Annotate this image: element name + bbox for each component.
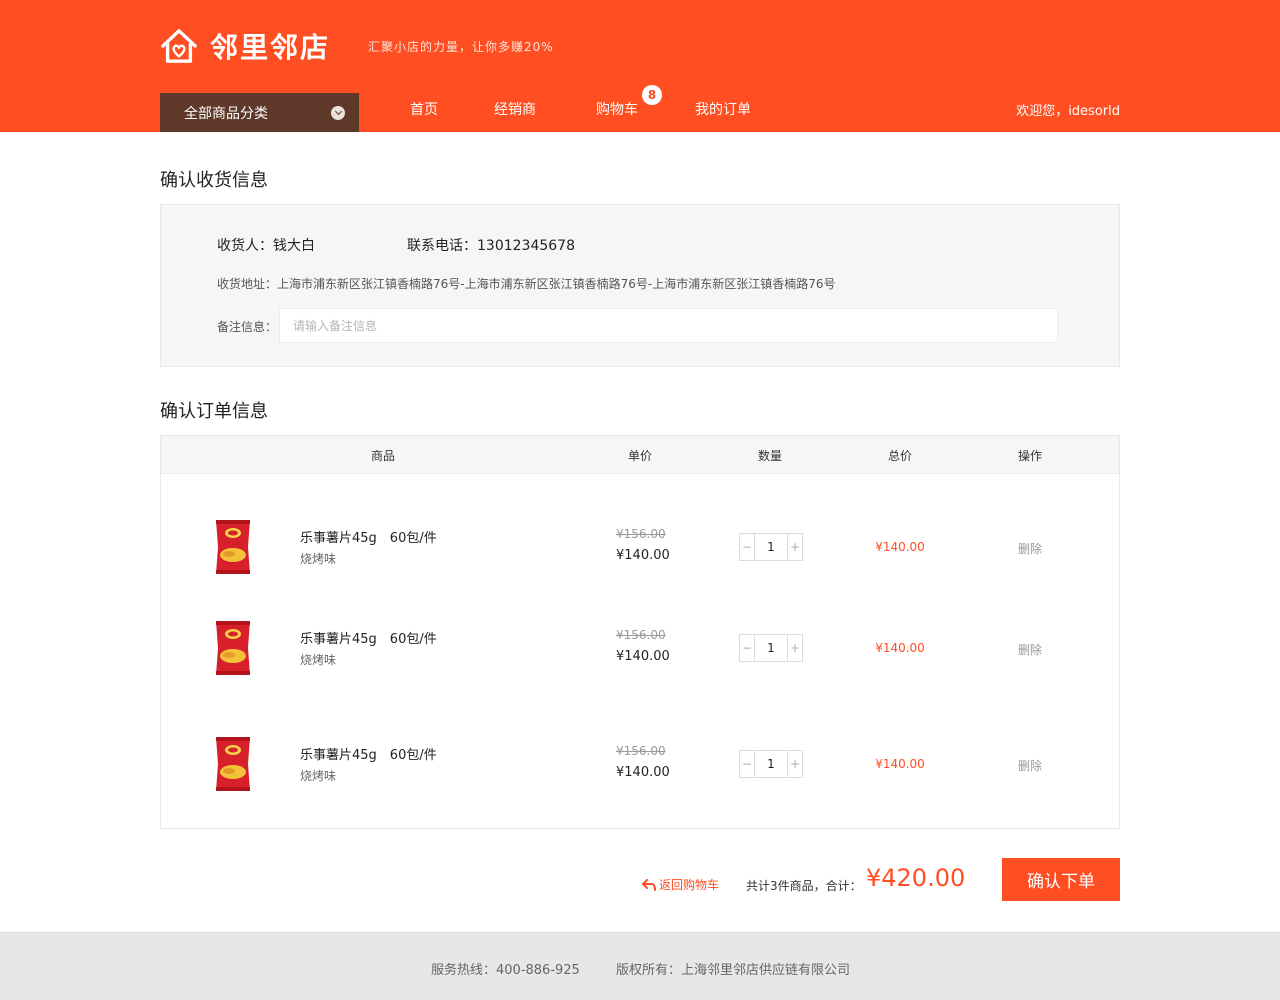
order-count-summary: 共计3件商品，合计：	[746, 879, 862, 893]
column-header-unit-price: 单价	[627, 449, 653, 463]
column-header-action: 操作	[1017, 449, 1043, 463]
delete-button[interactable]: 删除	[1018, 757, 1042, 774]
quantity-stepper: − +	[739, 750, 803, 778]
brand-slogan: 汇聚小店的力量，让你多赚20%	[368, 40, 554, 54]
logo[interactable]: 邻里邻店	[160, 26, 330, 66]
back-to-cart-label: 返回购物车	[659, 878, 720, 892]
confirm-order-button[interactable]: 确认下单	[1002, 858, 1120, 901]
nav-my-orders[interactable]: 我的订单	[695, 99, 751, 119]
increase-quantity-button[interactable]: +	[787, 751, 802, 777]
original-price: ¥156.00	[616, 527, 666, 541]
column-header-quantity: 数量	[757, 449, 783, 463]
remark-input[interactable]	[279, 308, 1058, 343]
row-total-price: ¥140.00	[875, 757, 925, 771]
product-flavor: 烧烤味	[300, 653, 337, 667]
quantity-stepper: − +	[739, 634, 803, 662]
original-price: ¥156.00	[616, 744, 666, 758]
product-flavor: 烧烤味	[300, 552, 337, 566]
row-total-price: ¥140.00	[875, 540, 925, 554]
table-row: 乐事薯片45g 60包/件 烧烤味 ¥156.00 ¥140.00 − + ¥1…	[161, 714, 1119, 814]
product-name[interactable]: 乐事薯片45g 60包/件	[300, 527, 437, 546]
product-name[interactable]: 乐事薯片45g 60包/件	[300, 744, 437, 763]
product-flavor: 烧烤味	[300, 769, 337, 783]
column-header-total: 总价	[887, 449, 913, 463]
shipping-section-title: 确认收货信息	[160, 170, 268, 191]
row-total-price: ¥140.00	[875, 641, 925, 655]
decrease-quantity-button[interactable]: −	[740, 534, 755, 560]
column-header-product: 商品	[370, 449, 396, 463]
all-categories-label: 全部商品分类	[184, 105, 268, 122]
service-hotline: 服务热线：400-886-925	[431, 963, 580, 978]
unit-price: ¥140.00	[616, 765, 670, 780]
nav-distributors[interactable]: 经销商	[494, 99, 536, 119]
product-name[interactable]: 乐事薯片45g 60包/件	[300, 628, 437, 647]
quantity-input[interactable]	[755, 534, 787, 560]
original-price: ¥156.00	[616, 628, 666, 642]
chips-bag-image	[216, 520, 250, 574]
chips-bag-image	[216, 737, 250, 791]
increase-quantity-button[interactable]: +	[787, 534, 802, 560]
shipping-info-panel: 收货人：钱大白 联系电话：13012345678 收货地址：上海市浦东新区张江镇…	[160, 204, 1120, 367]
order-total-amount: ¥420.00	[866, 864, 966, 892]
increase-quantity-button[interactable]: +	[787, 635, 802, 661]
nav-home[interactable]: 首页	[410, 99, 438, 119]
house-heart-icon	[161, 29, 197, 63]
shipping-address: 收货地址：上海市浦东新区张江镇香楠路76号-上海市浦东新区张江镇香楠路76号-上…	[217, 277, 836, 291]
order-table: 商品 单价 数量 总价 操作 乐事薯片45g 60包/件 烧烤味 ¥156.00…	[160, 435, 1120, 829]
chips-bag-image	[216, 621, 250, 675]
brand-name: 邻里邻店	[210, 31, 331, 64]
all-categories-dropdown[interactable]: 全部商品分类	[160, 93, 359, 132]
decrease-quantity-button[interactable]: −	[740, 635, 755, 661]
delete-button[interactable]: 删除	[1018, 540, 1042, 557]
nav-cart[interactable]: 购物车	[596, 99, 638, 119]
order-section-title: 确认订单信息	[160, 401, 268, 422]
return-arrow-icon	[642, 878, 656, 891]
copyright-notice: 版权所有：上海邻里邻店供应链有限公司	[616, 963, 851, 978]
unit-price: ¥140.00	[616, 649, 670, 664]
table-row: 乐事薯片45g 60包/件 烧烤味 ¥156.00 ¥140.00 − + ¥1…	[161, 497, 1119, 597]
receiver-phone: 联系电话：13012345678	[407, 238, 575, 254]
cart-count-badge: 8	[642, 85, 662, 105]
delete-button[interactable]: 删除	[1018, 641, 1042, 658]
quantity-input[interactable]	[755, 635, 787, 661]
order-table-header: 商品 单价 数量 总价 操作	[161, 436, 1119, 474]
header: 邻里邻店 汇聚小店的力量，让你多赚20% 全部商品分类 首页 经销商 购物车 我…	[0, 0, 1280, 132]
receiver-name: 收货人：钱大白	[217, 238, 315, 254]
remark-label: 备注信息：	[217, 320, 278, 334]
chevron-down-icon	[331, 106, 345, 120]
decrease-quantity-button[interactable]: −	[740, 751, 755, 777]
welcome-user[interactable]: 欢迎您，idesorld	[1016, 100, 1120, 119]
back-to-cart-link[interactable]: 返回购物车	[642, 876, 719, 893]
footer: 服务热线：400-886-925 版权所有：上海邻里邻店供应链有限公司	[0, 932, 1280, 1000]
unit-price: ¥140.00	[616, 548, 670, 563]
quantity-stepper: − +	[739, 533, 803, 561]
table-row: 乐事薯片45g 60包/件 烧烤味 ¥156.00 ¥140.00 − + ¥1…	[161, 598, 1119, 698]
quantity-input[interactable]	[755, 751, 787, 777]
